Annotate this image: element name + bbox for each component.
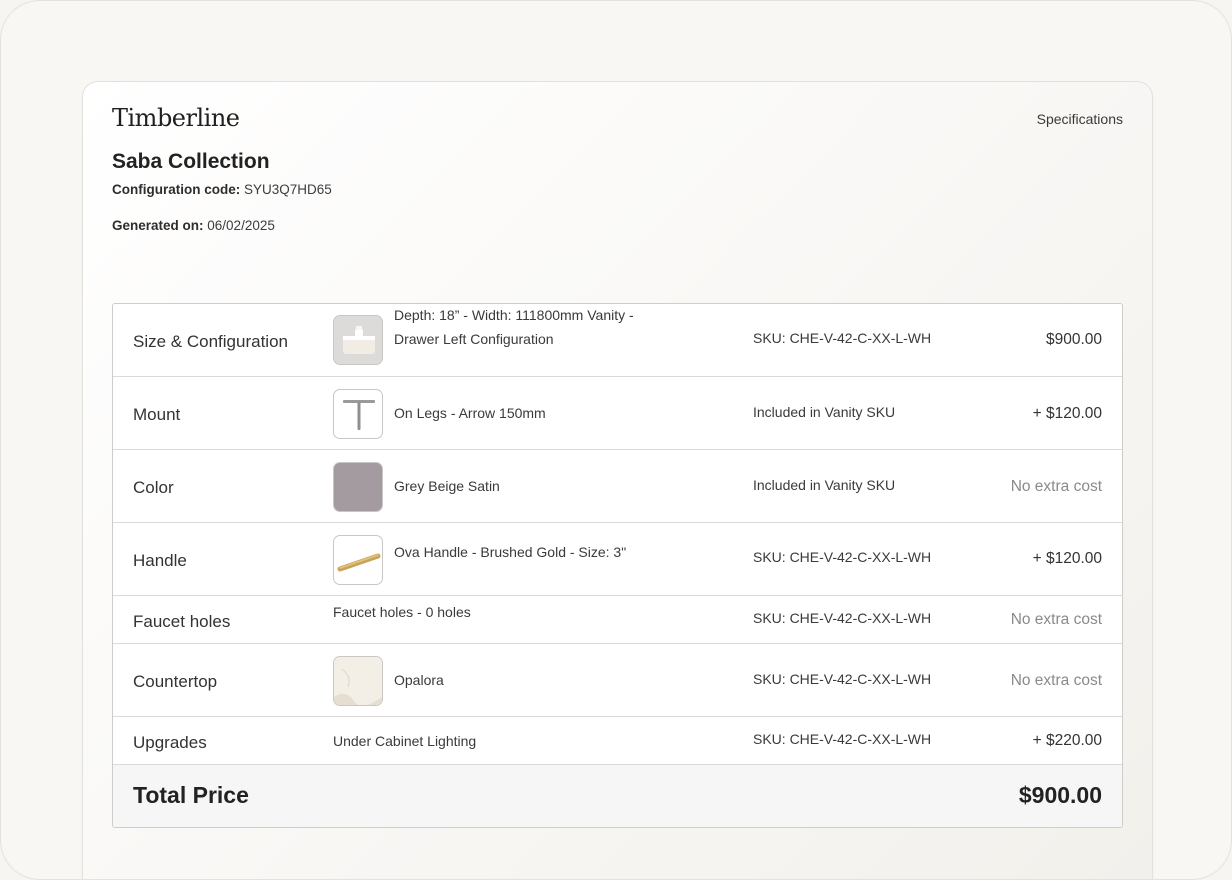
row-sku: Included in Vanity SKU	[753, 404, 896, 420]
row-price: $900.00	[1045, 331, 1102, 348]
configuration-summary-card: Timberline Specifications Saba Collectio…	[82, 81, 1153, 879]
row-description: Under Cabinet Lighting	[333, 733, 477, 749]
table-row-faucet-holes: Faucet holes Faucet holes - 0 holes SKU:…	[113, 596, 1122, 644]
row-description: Faucet holes - 0 holes	[333, 604, 471, 620]
row-description: Ova Handle - Brushed Gold - Size: 3"	[394, 544, 627, 560]
row-sku: SKU: CHE-V-42-C-XX-L-WH	[753, 330, 932, 346]
row-description: Depth: 18” - Width: 111800mm Vanity - Dr…	[394, 307, 634, 347]
generated-on-value: 06/02/2025	[207, 218, 275, 233]
row-price: No extra cost	[1010, 611, 1102, 628]
row-category: Upgrades	[133, 733, 207, 752]
row-sku: SKU: CHE-V-42-C-XX-L-WH	[753, 610, 932, 626]
generated-on: Generated on: 06/02/2025	[112, 218, 275, 233]
row-price: + $120.00	[1032, 550, 1102, 567]
row-category: Faucet holes	[133, 612, 231, 631]
row-sku: SKU: CHE-V-42-C-XX-L-WH	[753, 731, 932, 747]
configuration-code-value: SYU3Q7HD65	[244, 182, 332, 197]
total-price-label: Total Price	[133, 782, 249, 808]
row-price: No extra cost	[1010, 672, 1102, 689]
total-price-row: Total Price $900.00	[113, 765, 1122, 827]
generated-on-label: Generated on:	[112, 218, 204, 233]
configuration-code-label: Configuration code:	[112, 182, 241, 197]
row-price: + $220.00	[1032, 732, 1102, 749]
row-sku: SKU: CHE-V-42-C-XX-L-WH	[753, 671, 932, 687]
handle-thumbnail	[333, 535, 383, 585]
table-row-countertop: Countertop Opalora SKU: CHE-V-42-C-XX-L-…	[113, 644, 1122, 717]
row-sku: Included in Vanity SKU	[753, 477, 896, 493]
configuration-table: Size & Configuration Depth: 18” - Width:…	[112, 303, 1123, 828]
row-description: Grey Beige Satin	[394, 478, 500, 494]
row-category: Countertop	[133, 672, 218, 691]
brand-logo: Timberline	[112, 104, 240, 132]
row-description: On Legs - Arrow 150mm	[394, 405, 546, 421]
table-row-color: Color Grey Beige Satin Included in Vanit…	[113, 450, 1122, 523]
color-swatch	[333, 462, 383, 512]
configuration-code: Configuration code: SYU3Q7HD65	[112, 182, 332, 197]
row-description: Opalora	[394, 672, 444, 688]
row-price: No extra cost	[1010, 478, 1102, 495]
page-frame: Timberline Specifications Saba Collectio…	[0, 0, 1232, 880]
row-price: + $120.00	[1032, 405, 1102, 422]
total-price-amount: $900.00	[1018, 782, 1102, 808]
row-category: Color	[133, 478, 174, 497]
legs-thumbnail	[333, 389, 383, 439]
row-category: Mount	[133, 405, 181, 424]
specifications-link[interactable]: Specifications	[1037, 111, 1123, 127]
vanity-thumbnail	[333, 315, 383, 365]
table-row-upgrades: Upgrades Under Cabinet Lighting SKU: CHE…	[113, 717, 1122, 765]
table-row-size-configuration: Size & Configuration Depth: 18” - Width:…	[113, 304, 1122, 377]
collection-title: Saba Collection	[112, 150, 270, 173]
countertop-thumbnail	[333, 656, 383, 706]
row-category: Size & Configuration	[133, 332, 288, 351]
table-row-handle: Handle Ova Handle - Brushed Gold - Size:…	[113, 523, 1122, 596]
table-row-mount: Mount On Legs - Arrow 150mm Included in …	[113, 377, 1122, 450]
row-category: Handle	[133, 551, 187, 570]
row-sku: SKU: CHE-V-42-C-XX-L-WH	[753, 549, 932, 565]
